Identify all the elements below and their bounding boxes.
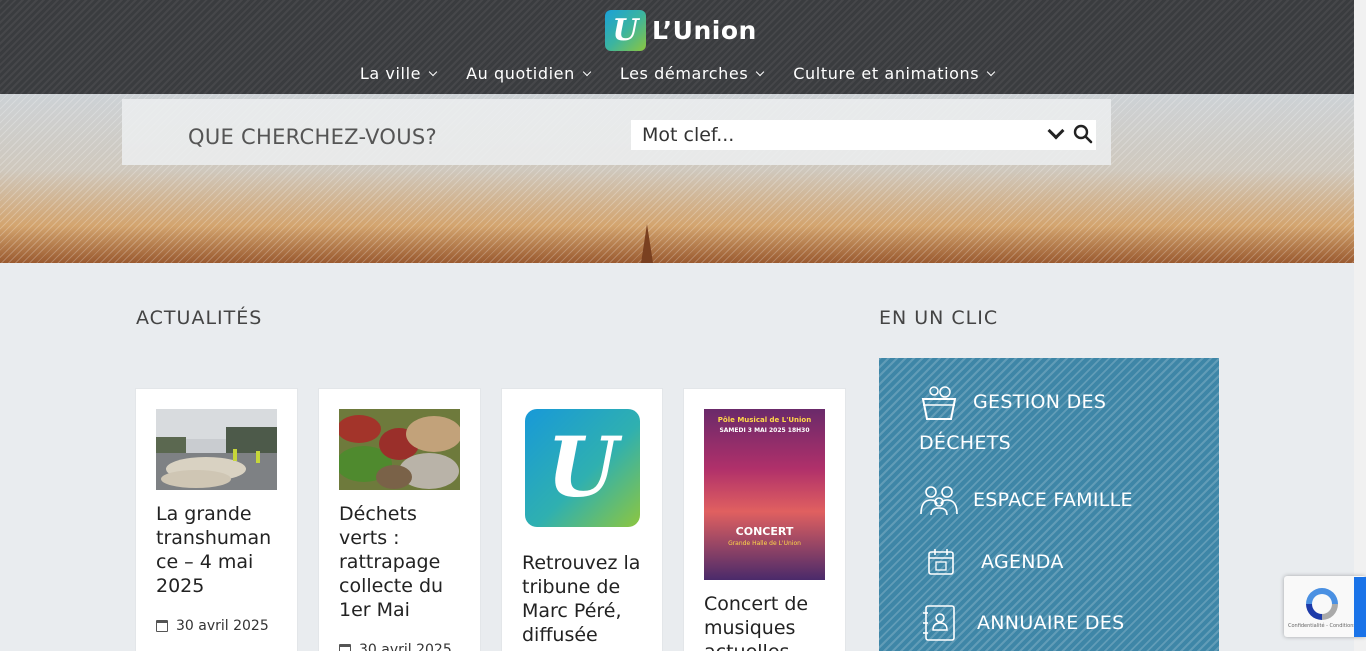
news-card[interactable]: La grande transhuman ce – 4 mai 2025 30 … — [135, 388, 298, 651]
chevron-down-icon — [428, 67, 438, 77]
calendar-icon — [339, 644, 351, 651]
sheep-photo — [156, 409, 277, 490]
nav-item-au-quotidien[interactable]: Au quotidien — [466, 64, 592, 83]
nav-item-la-ville[interactable]: La ville — [359, 64, 438, 83]
union-logo-image: U — [525, 409, 640, 527]
poster-title: Pôle Musical de L'Union — [717, 416, 812, 424]
scrollbar[interactable] — [1354, 0, 1366, 651]
logo-mark: U — [605, 10, 646, 51]
poster-headline: CONCERT — [735, 525, 794, 538]
hero-spire-shape — [641, 224, 653, 263]
recaptcha-text[interactable]: Confidentialité - Conditions — [1288, 623, 1356, 629]
concert-poster: Pôle Musical de L'Union SAMEDI 3 MAI 202… — [704, 409, 825, 580]
news-card[interactable]: Déchets verts : rattrapage collecte du 1… — [318, 388, 481, 651]
news-card-title[interactable]: La grande transhuman ce – 4 mai 2025 — [156, 502, 277, 598]
poster-date: SAMEDI 3 MAI 2025 18H30 — [719, 427, 810, 434]
clic-section-title: EN UN CLIC — [879, 307, 999, 329]
recaptcha-icon — [1306, 588, 1338, 620]
clic-panel: GESTION DES DÉCHETS ESPACE FAMILLE AGEND… — [879, 358, 1219, 651]
news-card-title[interactable]: Concert de musiques actuelles — [704, 592, 825, 651]
search-input[interactable] — [631, 120, 1031, 150]
news-card-title[interactable]: Déchets verts : rattrapage collecte du 1… — [339, 502, 460, 622]
main-nav: La ville Au quotidien Les démarches Cult… — [0, 64, 1354, 83]
news-card-date: 30 avril 2025 — [156, 618, 277, 634]
leaves-photo — [339, 409, 460, 490]
nav-label: Les démarches — [619, 64, 749, 83]
clic-item-label: ESPACE FAMILLE — [973, 489, 1133, 511]
directory-icon — [923, 605, 955, 641]
search-panel: QUE CHERCHEZ-VOUS? — [122, 99, 1111, 165]
news-card[interactable]: Pôle Musical de L'Union SAMEDI 3 MAI 202… — [683, 388, 846, 651]
poster-subline: Grande Halle de L'Union — [728, 540, 801, 547]
calendar-icon — [156, 620, 168, 632]
chevron-down-icon[interactable] — [1046, 124, 1066, 144]
clic-item-label: AGENDA — [981, 551, 1064, 573]
date-text: 30 avril 2025 — [176, 618, 269, 634]
nav-label: La ville — [359, 64, 422, 83]
chevron-down-icon — [582, 67, 592, 77]
nav-label: Culture et animations — [793, 64, 980, 83]
clic-item-annuaire[interactable]: ANNUAIRE DES — [921, 604, 1124, 642]
news-card-title[interactable]: Retrouvez la tribune de Marc Péré, diffu… — [522, 551, 642, 651]
recaptcha-strip — [1354, 577, 1366, 637]
date-text: 30 avril 2025 — [359, 642, 452, 651]
clic-item-agenda[interactable]: AGENDA — [927, 548, 1064, 576]
logo-text: L’Union — [652, 16, 757, 45]
news-section-title: ACTUALITÉS — [136, 307, 263, 329]
nav-item-les-demarches[interactable]: Les démarches — [619, 64, 765, 83]
nav-label: Au quotidien — [466, 64, 575, 83]
clic-item-famille[interactable]: ESPACE FAMILLE — [919, 484, 1133, 516]
news-card-date: 30 avril 2025 — [339, 642, 460, 651]
site-logo[interactable]: U L’Union — [605, 10, 757, 51]
clic-item-dechets[interactable]: GESTION DES DÉCHETS — [919, 382, 1199, 463]
search-icon[interactable] — [1073, 124, 1093, 144]
family-icon — [920, 486, 958, 516]
basket-icon — [921, 385, 957, 420]
clic-item-label: ANNUAIRE DES — [977, 612, 1125, 634]
search-field[interactable] — [631, 120, 1096, 150]
chevron-down-icon — [986, 67, 996, 77]
calendar-icon — [928, 549, 954, 575]
news-card[interactable]: U Retrouvez la tribune de Marc Péré, dif… — [501, 388, 663, 651]
site-header: U L’Union La ville Au quotidien Les déma… — [0, 0, 1354, 94]
chevron-down-icon — [756, 67, 765, 77]
nav-item-culture[interactable]: Culture et animations — [793, 64, 996, 83]
search-label: QUE CHERCHEZ-VOUS? — [188, 125, 437, 149]
